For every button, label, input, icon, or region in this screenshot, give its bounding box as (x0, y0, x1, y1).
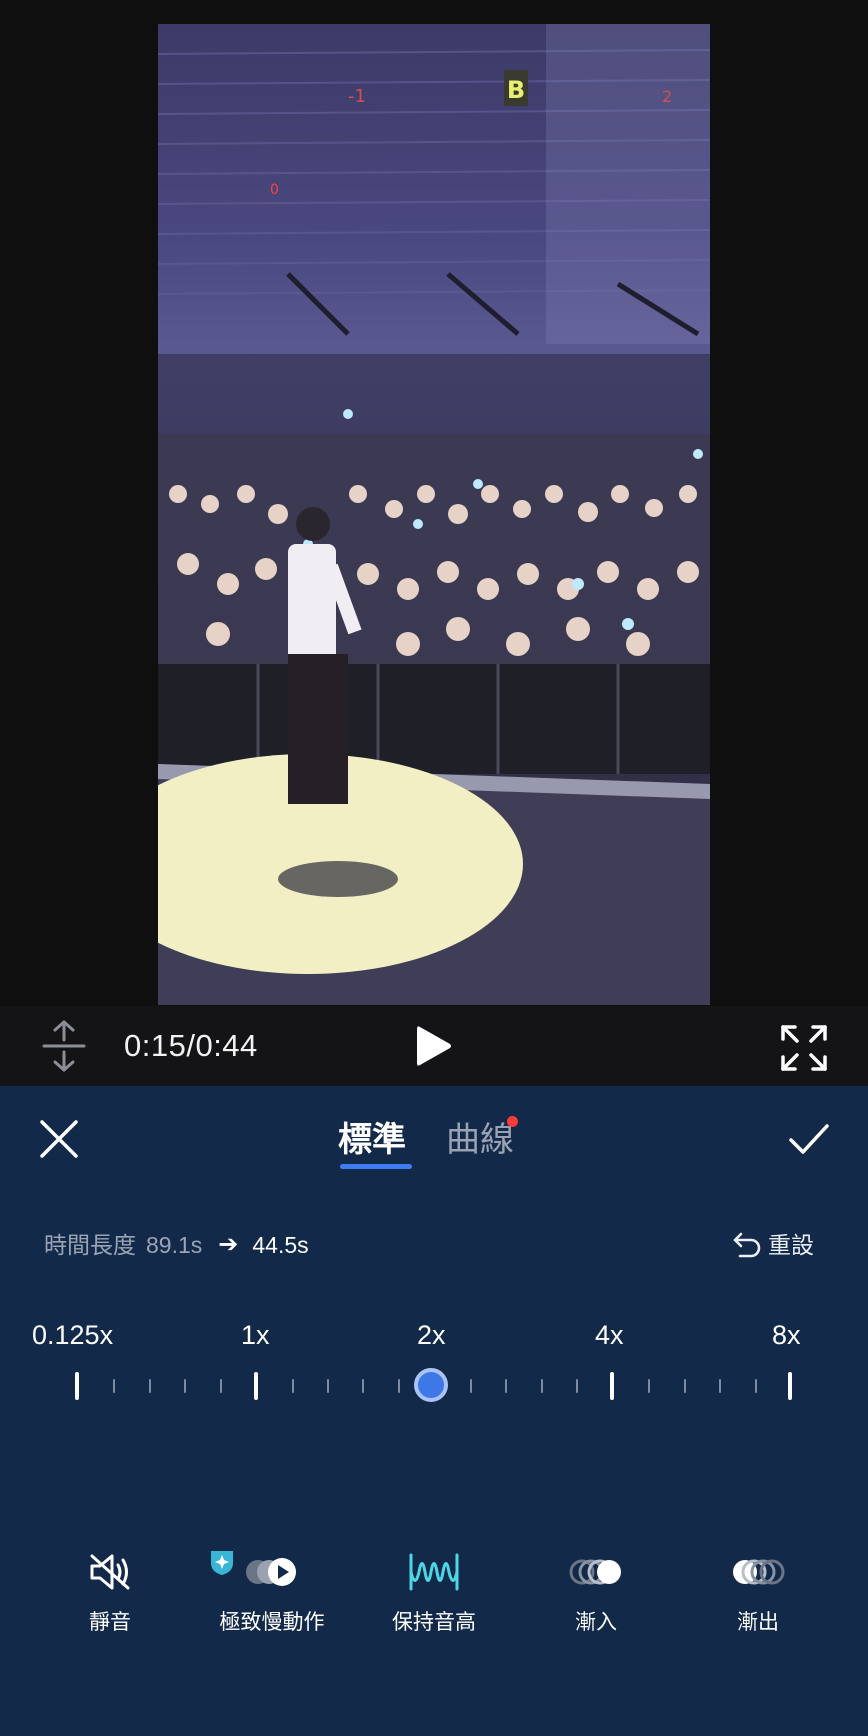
tick (470, 1379, 472, 1393)
tick (719, 1379, 721, 1393)
tool-super-slow-motion[interactable]: 極致慢動作 (202, 1548, 342, 1638)
speed-label-0125x: 0.125x (32, 1320, 114, 1350)
close-button[interactable] (36, 1116, 82, 1162)
speed-label-8x: 8x (772, 1320, 801, 1350)
speed-slider[interactable] (0, 1356, 868, 1416)
tool-fade-in-label: 漸入 (575, 1611, 617, 1634)
tick (362, 1379, 364, 1393)
player-controls-bar: 0:15/0:44 (0, 1006, 868, 1086)
super-slow-motion-icon (237, 1548, 307, 1596)
svg-text:-1: -1 (348, 86, 366, 107)
video-frame[interactable]: B -1 2 0 (158, 24, 710, 1005)
tool-fade-out[interactable]: 漸出 (688, 1548, 828, 1638)
duration-label: 時間長度 (44, 1232, 136, 1258)
tick (113, 1379, 115, 1393)
tool-mute[interactable]: 靜音 (40, 1548, 180, 1638)
undo-icon (733, 1232, 761, 1258)
tick (505, 1379, 507, 1393)
tick-major (610, 1372, 614, 1400)
tab-curve[interactable]: 曲線 (446, 1118, 514, 1162)
tick (327, 1379, 329, 1393)
svg-text:B: B (507, 76, 525, 104)
tick (220, 1379, 222, 1393)
fade-in-icon (561, 1548, 631, 1596)
reset-button[interactable]: 重設 (732, 1228, 814, 1262)
tick (648, 1379, 650, 1393)
speed-label-4x: 4x (595, 1320, 624, 1350)
active-tab-indicator (340, 1164, 412, 1169)
duration-info: 時間長度 89.1s ➔ 44.5s (44, 1228, 309, 1262)
fullscreen-button[interactable] (778, 1022, 830, 1074)
tick-major (788, 1372, 792, 1400)
checkmark-icon (789, 1124, 829, 1154)
tick (684, 1379, 686, 1393)
tool-super-slow-motion-label: 極致慢動作 (219, 1611, 325, 1634)
waveform-icon (399, 1548, 469, 1596)
tick (541, 1379, 543, 1393)
tick (292, 1379, 294, 1393)
play-button[interactable] (410, 1022, 458, 1070)
tool-keep-pitch[interactable]: 保持音高 (364, 1548, 504, 1638)
fullscreen-icon (781, 1025, 827, 1071)
tick (398, 1379, 400, 1393)
speed-label-2x: 2x (417, 1320, 446, 1350)
tick-major (254, 1372, 258, 1400)
tick (184, 1379, 186, 1393)
reset-label: 重設 (768, 1232, 814, 1258)
fade-out-icon (723, 1548, 793, 1596)
svg-text:0: 0 (270, 182, 279, 198)
tick (576, 1379, 578, 1393)
video-preview-area: B -1 2 0 (0, 0, 868, 1006)
mute-icon (75, 1548, 145, 1596)
new-badge-dot (507, 1116, 518, 1127)
expand-vertical-icon (42, 1020, 86, 1072)
speed-label-1x: 1x (241, 1320, 270, 1350)
tick (755, 1379, 757, 1393)
speed-slider-handle[interactable] (414, 1368, 448, 1402)
speed-editor-panel: 標準 曲線 時間長度 89.1s ➔ 44.5s 重設 (0, 1086, 868, 1736)
play-icon (417, 1026, 451, 1066)
confirm-button[interactable] (786, 1116, 832, 1162)
arrow-right-icon: ➔ (218, 1231, 239, 1258)
svg-text:2: 2 (662, 87, 672, 106)
tool-keep-pitch-label: 保持音高 (392, 1611, 476, 1634)
concert-video-image: B -1 2 0 (158, 24, 710, 1005)
tab-standard[interactable]: 標準 (338, 1118, 406, 1162)
tick (149, 1379, 151, 1393)
tool-fade-in[interactable]: 漸入 (526, 1548, 666, 1638)
tool-fade-out-label: 漸出 (737, 1611, 779, 1634)
playback-time: 0:15/0:44 (124, 1028, 258, 1063)
duration-original: 89.1s (146, 1232, 203, 1258)
expand-collapse-button[interactable] (38, 1020, 90, 1072)
duration-new: 44.5s (252, 1232, 309, 1258)
tick-major (75, 1372, 79, 1400)
close-icon (40, 1120, 78, 1158)
tool-mute-label: 靜音 (89, 1611, 131, 1634)
